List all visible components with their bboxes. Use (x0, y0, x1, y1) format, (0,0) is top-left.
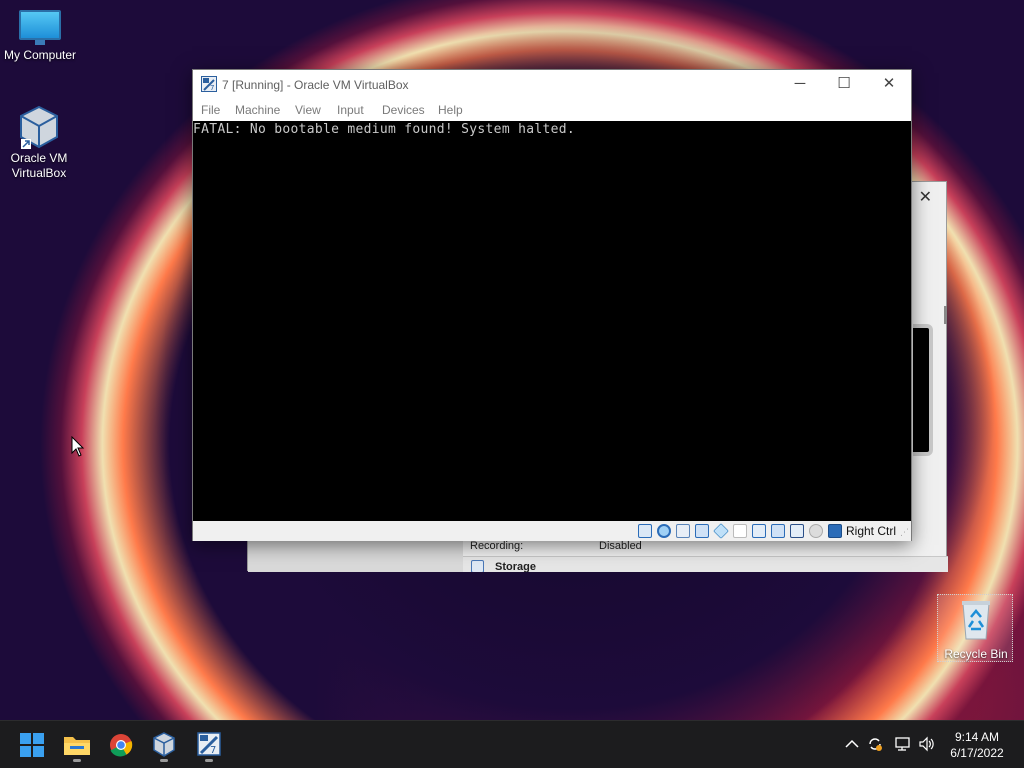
window-title: 7 [Running] - Oracle VM VirtualBox (222, 78, 409, 92)
desktop-icon-my-computer[interactable]: My Computer (0, 10, 80, 63)
virtualbox-icon (153, 732, 175, 757)
volume-icon[interactable] (918, 735, 936, 753)
running-indicator (73, 759, 81, 762)
menu-bar: File Machine View Input Devices Help (193, 100, 911, 121)
start-icon (20, 733, 44, 757)
host-key-label: Right Ctrl (846, 524, 897, 538)
chrome-icon (110, 734, 133, 757)
running-indicator (160, 759, 168, 762)
network-icon[interactable] (894, 735, 912, 753)
optical-drive-icon[interactable] (657, 524, 671, 538)
minimize-button[interactable]: ─ (777, 70, 823, 100)
scrollbar-thumb[interactable] (944, 306, 947, 324)
maximize-button[interactable]: ☐ (821, 70, 867, 100)
mouse-cursor-icon (71, 436, 85, 457)
vm-display[interactable]: FATAL: No bootable medium found! System … (193, 121, 911, 521)
hard-disk-icon[interactable] (638, 524, 652, 538)
audio-icon[interactable] (676, 524, 690, 538)
monitor-icon (19, 10, 61, 45)
start-button[interactable] (15, 729, 49, 761)
taskbar-virtualbox-manager[interactable] (147, 729, 181, 762)
display-icon[interactable] (752, 524, 766, 538)
sync-icon[interactable] (866, 735, 884, 753)
storage-section-header[interactable]: Storage (463, 556, 948, 572)
close-button[interactable]: ✕ (866, 70, 912, 100)
menu-machine[interactable]: Machine (235, 103, 280, 117)
recycle-bin-icon (957, 599, 995, 644)
desktop-icon-label: Oracle VM VirtualBox (10, 151, 68, 180)
vm-list-pane[interactable] (248, 537, 463, 572)
resize-grip[interactable]: ⋰ (900, 527, 909, 538)
recording-value: Disabled (599, 540, 642, 552)
menu-input[interactable]: Input (337, 103, 364, 117)
close-icon[interactable]: ✕ (919, 187, 932, 207)
taskbar-clock[interactable]: 9:14 AM 6/17/2022 (936, 729, 1018, 761)
desktop-icon-virtualbox[interactable]: Oracle VM VirtualBox (0, 105, 80, 181)
network-icon[interactable] (695, 524, 709, 538)
taskbar: 7 9:14 AM 6/17/2022 (0, 720, 1024, 768)
keyboard-icon[interactable] (828, 524, 842, 538)
clock-time: 9:14 AM (954, 730, 1000, 744)
vm-preview (913, 324, 933, 456)
virtualbox-vm-icon: 7 (197, 732, 221, 756)
shared-folders-icon[interactable] (733, 524, 747, 538)
recording-icon[interactable] (771, 524, 785, 538)
menu-help[interactable]: Help (438, 103, 463, 117)
taskbar-file-explorer[interactable] (60, 729, 94, 762)
vm-window[interactable]: 7 7 [Running] - Oracle VM VirtualBox ─ ☐… (192, 69, 912, 541)
file-explorer-icon (64, 737, 90, 755)
taskbar-vm-window[interactable]: 7 (192, 729, 226, 762)
cpu-icon[interactable] (790, 524, 804, 538)
virtualbox-icon (19, 105, 59, 149)
storage-label: Storage (495, 561, 536, 572)
virtualbox-vm-icon: 7 (201, 76, 217, 92)
clock-date: 6/17/2022 (950, 746, 1004, 760)
desktop-icon-label: Recycle Bin (944, 647, 1008, 661)
storage-icon (471, 560, 484, 572)
status-bar: Right Ctrl ⋰ (193, 521, 911, 541)
title-bar[interactable]: 7 7 [Running] - Oracle VM VirtualBox ─ ☐… (193, 70, 911, 100)
svg-text:7: 7 (210, 84, 214, 92)
svg-text:7: 7 (210, 745, 216, 756)
menu-file[interactable]: File (201, 103, 220, 117)
desktop-icon-recycle-bin[interactable]: Recycle Bin (937, 594, 1013, 662)
mouse-integration-icon[interactable] (809, 524, 823, 538)
running-indicator (205, 759, 213, 762)
taskbar-chrome[interactable] (104, 729, 138, 761)
recording-label: Recording: (470, 540, 524, 552)
usb-icon[interactable] (713, 523, 729, 539)
console-output: FATAL: No bootable medium found! System … (193, 122, 575, 137)
desktop-icon-label: My Computer (3, 48, 77, 62)
menu-devices[interactable]: Devices (382, 103, 425, 117)
menu-view[interactable]: View (295, 103, 321, 117)
chevron-up-icon[interactable] (843, 735, 861, 753)
